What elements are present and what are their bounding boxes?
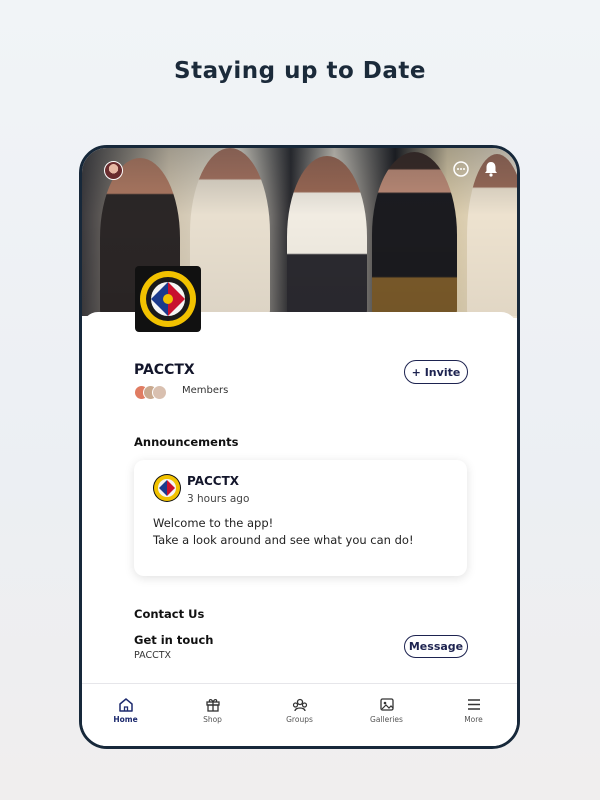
- member-avatars[interactable]: [134, 385, 168, 400]
- invite-button[interactable]: + Invite: [404, 360, 468, 384]
- members-label[interactable]: Members: [182, 385, 228, 396]
- groups-icon: [292, 698, 307, 712]
- announcements-title: Announcements: [134, 435, 239, 449]
- tab-galleries[interactable]: Galleries: [343, 684, 430, 746]
- message-button[interactable]: Message: [404, 635, 468, 658]
- tab-home[interactable]: Home: [82, 684, 169, 746]
- tab-groups-label: Groups: [286, 715, 313, 724]
- tab-shop-label: Shop: [203, 715, 222, 724]
- author-avatar: [153, 474, 181, 502]
- tab-groups[interactable]: Groups: [256, 684, 343, 746]
- contact-subtitle: Get in touch: [134, 633, 214, 647]
- tab-more-label: More: [464, 715, 483, 724]
- image-icon: [379, 698, 394, 711]
- announcement-card[interactable]: PACCTX 3 hours ago Welcome to the app! T…: [134, 460, 467, 576]
- more-options-icon[interactable]: [452, 160, 470, 178]
- contact-name: PACCTX: [134, 650, 172, 661]
- menu-icon: [467, 699, 480, 710]
- announcement-text-line-2: Take a look around and see what you can …: [153, 533, 414, 547]
- notification-bell-icon[interactable]: [482, 160, 500, 178]
- group-logo: [135, 266, 201, 332]
- contact-title: Contact Us: [134, 607, 205, 621]
- tab-home-label: Home: [113, 715, 138, 724]
- announcement-author: PACCTX: [187, 474, 240, 488]
- page-heading: Staying up to Date: [174, 58, 426, 84]
- device-frame: PACCTX Members + Invite Announcements PA…: [79, 145, 520, 749]
- announcement-time: 3 hours ago: [187, 493, 250, 505]
- group-name: PACCTX: [134, 362, 195, 378]
- home-icon: [118, 698, 133, 712]
- announcement-text-line-1: Welcome to the app!: [153, 516, 274, 530]
- tab-more[interactable]: More: [430, 684, 517, 746]
- user-avatar[interactable]: [104, 161, 123, 180]
- gift-icon: [205, 699, 220, 712]
- bottom-tab-bar: Home Shop Groups Galleries More: [82, 683, 517, 746]
- tab-galleries-label: Galleries: [370, 715, 403, 724]
- tab-shop[interactable]: Shop: [169, 684, 256, 746]
